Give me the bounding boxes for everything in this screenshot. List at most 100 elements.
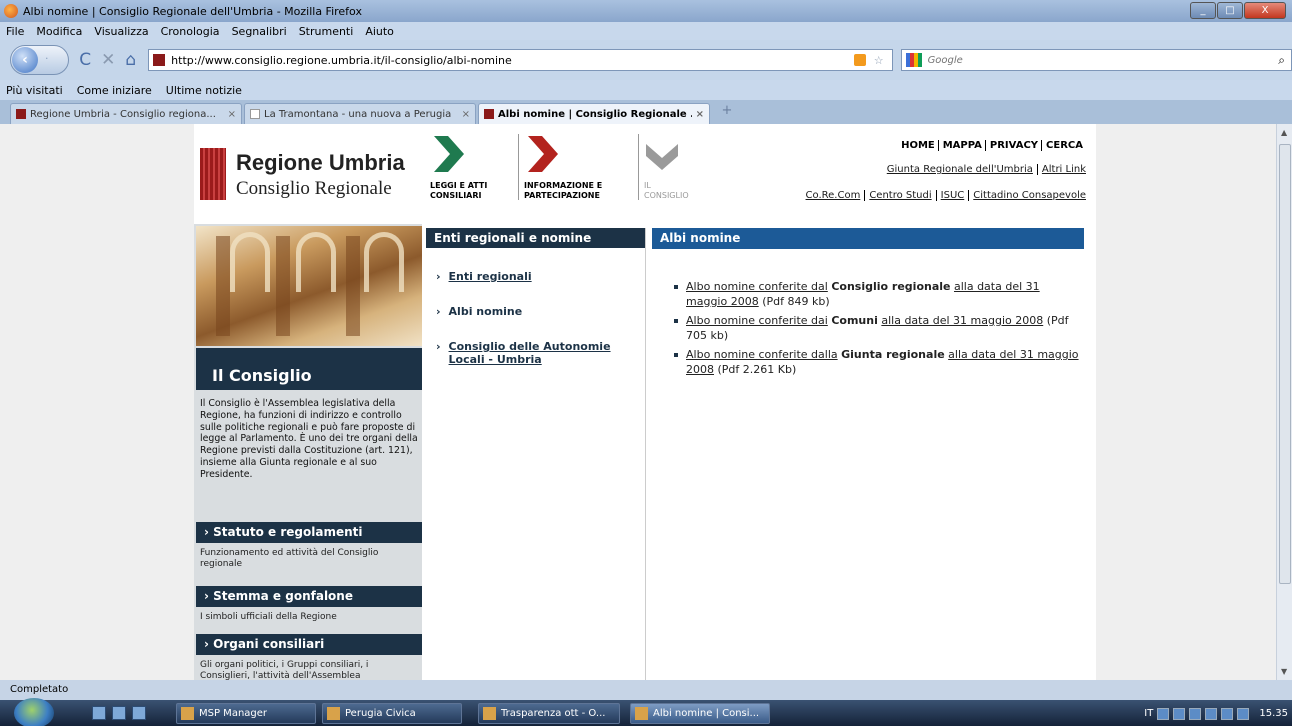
link-privacy[interactable]: PRIVACY [984,140,1042,151]
albi-item[interactable]: Albo nomine conferite dal Consiglio regi… [672,279,1084,309]
albi-item[interactable]: Albo nomine conferite dai Comuni alla da… [672,313,1084,343]
arch-shape [364,232,404,292]
volume-icon[interactable] [1237,707,1250,720]
vertical-scrollbar[interactable]: ▲ ▼ [1276,124,1292,680]
home-icon[interactable]: ⌂ [125,50,136,70]
chevron-gray-down-icon [646,144,678,170]
tab-label: La Tramontana - una nuova a Perugia [264,108,452,120]
forward-button[interactable]: · [45,52,49,65]
back-forward-group: ‹ · [10,45,70,75]
link-mappa[interactable]: MAPPA [937,140,985,151]
chevron-red-icon [528,136,558,172]
stop-icon[interactable]: ✕ [101,50,115,70]
search-bar[interactable]: ⌕ [900,49,1292,71]
tab-close-icon[interactable]: × [462,109,470,120]
link-consiglio-autonomie[interactable]: › Consiglio delle Autonomie Locali - Umbr… [436,340,645,366]
tray-icon[interactable] [1205,707,1218,720]
divider [518,134,519,200]
quick-launch [92,706,152,720]
menu-aiuto[interactable]: Aiuto [365,25,394,38]
close-button[interactable]: X [1244,2,1286,19]
scroll-up-icon[interactable]: ▲ [1281,128,1287,137]
tray-icon[interactable] [1189,707,1202,720]
link-centro-studi[interactable]: Centro Studi [864,190,932,201]
bookmark-piu-visitati[interactable]: Più visitati [6,84,63,97]
tab-regione-umbria[interactable]: Regione Umbria - Consiglio regiona... × [10,103,242,124]
start-button[interactable] [14,698,54,726]
scroll-thumb[interactable] [1279,144,1291,584]
section-informazione[interactable]: INFORMAZIONE E PARTECIPAZIONE [518,134,602,201]
network-icon[interactable] [1221,707,1234,720]
section-il-consiglio[interactable]: IL CONSIGLIO [638,134,689,201]
organi-description: Gli organi politici, i Gruppi consiliari… [200,660,369,680]
chevron-green-icon [434,136,464,172]
column-shape [216,236,230,336]
task-albi-nomine[interactable]: Albi nomine | Consi... [630,703,770,724]
google-icon[interactable] [905,53,922,67]
minimize-button[interactable]: _ [1190,2,1216,19]
link-stemma[interactable]: › Stemma e gonfalone [196,586,422,607]
tab-la-tramontana[interactable]: La Tramontana - una nuova a Perugia × [244,103,476,124]
section-leggi-atti[interactable]: LEGGI E ATTI CONSILIARI [430,134,487,201]
reload-icon[interactable]: C [79,50,91,70]
menu-segnalibri[interactable]: Segnalibri [232,25,287,38]
bookmarks-toolbar: Più visitati Come iniziare Ultime notizi… [0,80,1292,100]
menu-modifica[interactable]: Modifica [36,25,82,38]
consiglio-title: Il Consiglio [196,348,422,390]
link-altri-link[interactable]: Altri Link [1036,164,1086,175]
page-viewport: Regione Umbria Consiglio Regionale LEGGI… [0,124,1276,680]
bookmark-come-iniziare[interactable]: Come iniziare [77,84,152,97]
link-enti-regionali[interactable]: › Enti regionali [436,270,645,283]
arrow-icon: › [436,340,441,353]
media-player-icon[interactable] [132,706,146,720]
language-indicator[interactable]: IT [1144,703,1153,724]
site-favicon-icon [153,54,166,66]
link-corecom[interactable]: Co.Re.Com [806,190,861,201]
link-cerca[interactable]: CERCA [1041,140,1086,151]
url-input[interactable] [171,53,792,67]
tray-icon[interactable] [1157,707,1170,720]
tab-close-icon[interactable]: × [228,109,236,120]
tray-icon[interactable] [1173,707,1186,720]
clock[interactable]: 15.35 [1259,703,1288,724]
tab-favicon-icon [250,109,260,119]
link-cittadino[interactable]: Cittadino Consapevole [968,190,1086,201]
show-desktop-icon[interactable] [92,706,106,720]
status-bar: Completato [0,680,1292,700]
new-tab-button[interactable]: + [716,103,738,124]
albi-item[interactable]: Albo nomine conferite dalla Giunta regio… [672,347,1084,377]
link-statuto[interactable]: › Statuto e regolamenti [196,522,422,543]
menu-file[interactable]: File [6,25,24,38]
tab-close-icon[interactable]: × [696,109,704,120]
arch-shape [296,232,336,292]
search-input[interactable] [927,54,1268,66]
divider [638,134,639,200]
maximize-button[interactable]: □ [1217,2,1243,19]
back-button[interactable]: ‹ [12,47,38,73]
link-home[interactable]: HOME [898,140,938,151]
task-msp-manager[interactable]: MSP Manager [176,703,316,724]
window-titlebar: Albi nomine | Consiglio Regionale dell'U… [0,0,1292,22]
navigation-toolbar: ‹ · C ✕ ⌂ ☆ ⌕ [0,40,1292,80]
explorer-icon[interactable] [112,706,126,720]
menu-visualizza[interactable]: Visualizza [94,25,148,38]
search-icon[interactable]: ⌕ [1278,53,1285,68]
url-bar[interactable]: ☆ [148,49,893,71]
link-albi-nomine[interactable]: › Albi nomine [436,305,645,318]
task-trasparenza[interactable]: Trasparenza ott - O... [478,703,620,724]
menu-strumenti[interactable]: Strumenti [299,25,354,38]
link-isuc[interactable]: ISUC [935,190,965,201]
rss-icon[interactable] [853,54,866,66]
menu-cronologia[interactable]: Cronologia [161,25,220,38]
consiglio-description: Il Consiglio è l'Assemblea legislativa d… [200,398,418,480]
task-perugia-civica[interactable]: Perugia Civica [322,703,462,724]
top-links: HOME MAPPA PRIVACY CERCA [898,140,1086,151]
bookmark-star-icon[interactable]: ☆ [874,54,884,67]
tab-albi-nomine[interactable]: Albi nomine | Consiglio Regionale ... × [478,103,710,124]
link-giunta[interactable]: Giunta Regionale dell'Umbria [887,164,1033,175]
bookmark-ultime-notizie[interactable]: Ultime notizie [166,84,242,97]
column-shape [346,236,360,336]
statuto-description: Funzionamento ed attività del Consiglio … [200,548,379,569]
link-organi[interactable]: › Organi consiliari [196,634,422,655]
scroll-down-icon[interactable]: ▼ [1281,667,1287,676]
